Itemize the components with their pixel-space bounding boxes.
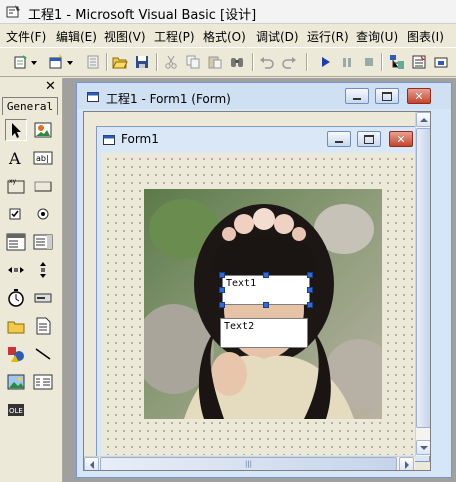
dirlistbox-tool-icon[interactable] — [5, 315, 27, 337]
menu-editor-icon[interactable] — [84, 53, 102, 71]
menu-diagram[interactable]: 图表(I) — [407, 28, 444, 45]
toolbox-close-button[interactable]: ✕ — [43, 80, 58, 94]
svg-text:xy: xy — [9, 178, 17, 185]
project-explorer-icon[interactable] — [388, 53, 406, 71]
project-form-title-bar[interactable]: 工程1 - Form1 (Form) ✕ — [77, 83, 451, 109]
checkbox-tool-icon[interactable] — [5, 203, 27, 225]
find-icon[interactable] — [228, 53, 246, 71]
scroll-left-button[interactable] — [84, 457, 99, 470]
scroll-right-button[interactable] — [399, 457, 414, 470]
toolbox-panel: ✕ General A ab| xy OLE — [0, 78, 63, 482]
start-icon[interactable] — [316, 53, 334, 71]
hscrollbar-tool-icon[interactable] — [5, 259, 27, 281]
add-form-icon[interactable] — [47, 53, 65, 71]
selection-handle[interactable] — [219, 287, 225, 293]
form1-client-area[interactable]: Text1 Text2 — [102, 153, 420, 455]
line-tool-icon[interactable] — [32, 343, 54, 365]
project-form-title: 工程1 - Form1 (Form) — [106, 92, 231, 106]
selection-handle[interactable] — [219, 302, 225, 308]
svg-text:OLE: OLE — [9, 407, 23, 415]
scroll-down-button[interactable] — [416, 440, 430, 455]
scroll-up-button[interactable] — [416, 112, 430, 127]
form-layout-icon[interactable] — [432, 53, 450, 71]
shape-tool-icon[interactable] — [5, 343, 27, 365]
toolbox-tab-general[interactable]: General — [2, 97, 58, 115]
add-project-icon[interactable] — [12, 53, 30, 71]
menu-edit[interactable]: 编辑(E) — [56, 28, 97, 45]
label-tool-icon[interactable]: A — [5, 147, 27, 169]
horizontal-scroll-thumb[interactable]: ||| — [100, 457, 397, 470]
listbox-tool-icon[interactable] — [32, 231, 54, 253]
undo-icon[interactable] — [258, 53, 276, 71]
open-project-icon[interactable] — [111, 53, 129, 71]
window-title: 工程1 - Microsoft Visual Basic [设计] — [28, 8, 257, 23]
break-icon[interactable] — [338, 53, 356, 71]
selection-handle[interactable] — [307, 272, 313, 278]
commandbutton-tool-icon[interactable] — [32, 175, 54, 197]
menu-query[interactable]: 查询(U) — [356, 28, 398, 45]
selection-handle[interactable] — [263, 302, 269, 308]
horizontal-scrollbar[interactable]: ||| — [84, 456, 415, 470]
cut-icon[interactable] — [162, 53, 180, 71]
selection-handle[interactable] — [263, 272, 269, 278]
drivelistbox-tool-icon[interactable] — [32, 287, 54, 309]
paste-icon[interactable] — [206, 53, 224, 71]
form1-icon — [103, 135, 115, 145]
standard-toolbar — [0, 47, 456, 77]
filelistbox-tool-icon[interactable] — [32, 315, 54, 337]
svg-text:A: A — [8, 149, 21, 168]
menu-run[interactable]: 运行(R) — [307, 28, 349, 45]
menu-file[interactable]: 文件(F) — [6, 28, 46, 45]
form1-designer[interactable]: Form1 ✕ Text1 Text2 — [96, 126, 430, 462]
image-tool-icon[interactable] — [5, 371, 27, 393]
form1-close-button[interactable]: ✕ — [389, 131, 413, 147]
optionbutton-tool-icon[interactable] — [32, 203, 54, 225]
menu-view[interactable]: 视图(V) — [104, 28, 146, 45]
vscrollbar-tool-icon[interactable] — [32, 259, 54, 281]
text2-textbox[interactable]: Text2 — [220, 318, 308, 348]
menu-debug[interactable]: 调试(D) — [256, 28, 299, 45]
copy-icon[interactable] — [184, 53, 202, 71]
add-form-dropdown-icon[interactable] — [67, 61, 73, 65]
form1-minimize-button[interactable] — [327, 131, 351, 147]
form-window-icon — [87, 92, 99, 102]
picturebox-tool-icon[interactable] — [32, 119, 54, 141]
selection-handle[interactable] — [307, 302, 313, 308]
maximize-button[interactable] — [375, 88, 399, 104]
text1-textbox[interactable]: Text1 — [222, 275, 310, 305]
project-form-client: Form1 ✕ Text1 Text2 ||| — [83, 111, 431, 471]
pointer-tool-icon[interactable] — [5, 119, 27, 141]
vertical-scrollbar[interactable] — [415, 112, 430, 456]
end-icon[interactable] — [360, 53, 378, 71]
form1-maximize-button[interactable] — [357, 131, 381, 147]
frame-tool-icon[interactable]: xy — [5, 175, 27, 197]
menu-format[interactable]: 格式(O) — [203, 28, 246, 45]
project-form-window: 工程1 - Form1 (Form) ✕ Form1 ✕ Text1 Text2… — [76, 82, 452, 478]
selection-handle[interactable] — [219, 272, 225, 278]
ole-tool-icon[interactable]: OLE — [5, 399, 27, 421]
combobox-tool-icon[interactable] — [5, 231, 27, 253]
redo-icon[interactable] — [280, 53, 298, 71]
textbox-tool-icon[interactable]: ab| — [32, 147, 54, 169]
properties-window-icon[interactable] — [410, 53, 428, 71]
save-project-icon[interactable] — [133, 53, 151, 71]
form1-title-bar[interactable]: Form1 ✕ — [97, 127, 429, 151]
minimize-button[interactable] — [345, 88, 369, 104]
vb-app-icon — [6, 5, 20, 18]
close-button[interactable]: ✕ — [407, 88, 431, 104]
data-tool-icon[interactable] — [32, 371, 54, 393]
svg-text:ab|: ab| — [36, 154, 49, 163]
form1-caption: Form1 — [121, 132, 159, 146]
timer-tool-icon[interactable] — [5, 287, 27, 309]
menu-bar: 文件(F) 编辑(E) 视图(V) 工程(P) 格式(O) 调试(D) 运行(R… — [0, 24, 456, 46]
title-bar: 工程1 - Microsoft Visual Basic [设计] — [0, 0, 456, 24]
vertical-scroll-thumb[interactable] — [416, 128, 430, 428]
selection-handle[interactable] — [307, 287, 313, 293]
menu-project[interactable]: 工程(P) — [154, 28, 195, 45]
add-project-dropdown-icon[interactable] — [31, 61, 37, 65]
